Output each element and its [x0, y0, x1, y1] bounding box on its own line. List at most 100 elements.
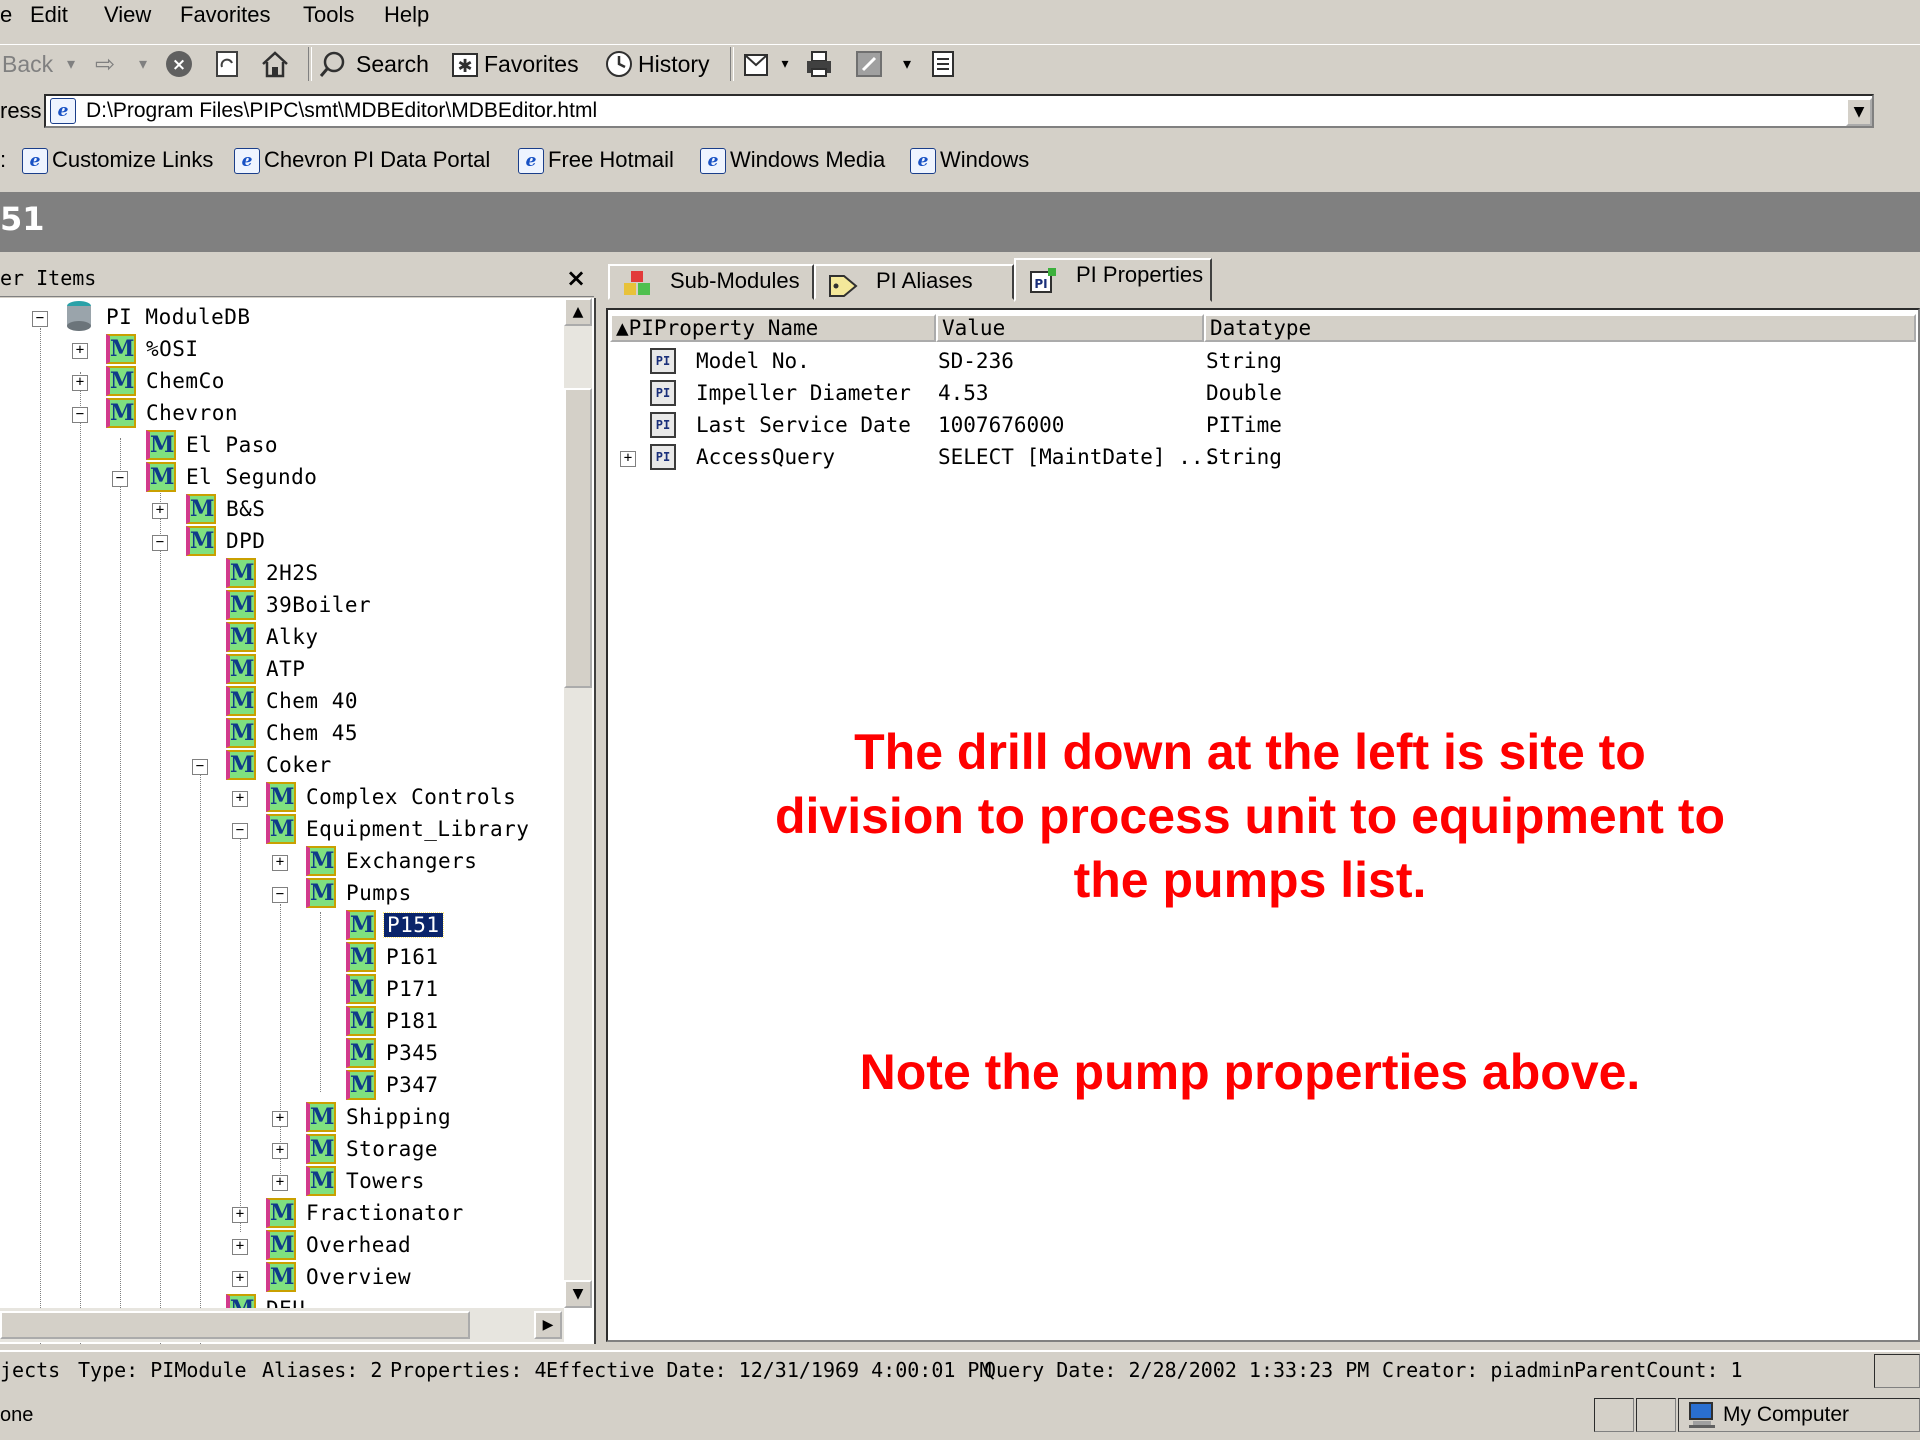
ie-link-icon: e [22, 148, 48, 175]
mail-dropdown-icon[interactable]: ▾ [770, 49, 800, 79]
property-row[interactable]: + PI AccessQuery SELECT [MaintDate] ... … [608, 442, 1918, 474]
module-icon: M [186, 494, 216, 524]
menu-favorites[interactable]: Favorites [180, 2, 270, 28]
back-dropdown-icon[interactable]: ▾ [56, 49, 86, 79]
status-zone: My Computer [1678, 1398, 1920, 1432]
link-customize-links[interactable]: e Customize Links [22, 144, 213, 176]
expand-icon[interactable]: + [72, 375, 88, 391]
tree-scroll-thumb[interactable] [564, 388, 592, 688]
menu-file[interactable]: e [0, 2, 12, 28]
collapse-icon[interactable]: − [72, 407, 88, 423]
mail-icon[interactable] [742, 49, 772, 79]
property-value: SELECT [MaintDate] ... [938, 445, 1217, 469]
link-windows-media[interactable]: e Windows Media [700, 144, 885, 176]
tree-label: Alky [266, 625, 319, 649]
property-icon: PI [650, 412, 676, 438]
property-datatype: String [1206, 445, 1282, 469]
scroll-up-icon[interactable]: ▲ [564, 298, 592, 326]
property-row[interactable]: PI Model No. SD-236 String [608, 346, 1918, 378]
link-free-hotmail[interactable]: e Free Hotmail [518, 144, 674, 176]
status-aliases: Aliases: 2 [262, 1358, 383, 1382]
property-row[interactable]: PI Last Service Date 1007676000 PITime [608, 410, 1918, 442]
module-icon: M [266, 1262, 296, 1292]
toolbar-separator [730, 47, 734, 81]
expand-icon[interactable]: + [232, 1207, 248, 1223]
collapse-icon[interactable]: − [272, 887, 288, 903]
collapse-icon[interactable]: − [32, 311, 48, 327]
scroll-right-icon[interactable]: ▶ [534, 1311, 562, 1339]
address-dropdown-icon[interactable]: ▼ [1846, 98, 1872, 126]
expand-icon[interactable]: + [152, 503, 168, 519]
back-button[interactable]: Back [2, 51, 53, 78]
ie-page-icon: e [50, 98, 76, 124]
print-icon[interactable] [804, 49, 834, 79]
close-icon[interactable]: × [566, 264, 586, 292]
tree-label: Chem 40 [266, 689, 359, 713]
collapse-icon[interactable]: − [232, 823, 248, 839]
column-header-datatype[interactable]: Datatype [1204, 314, 1916, 342]
tab-pi-properties[interactable]: PI PI Properties [1014, 258, 1212, 302]
module-icon: M [266, 814, 296, 844]
property-name: Impeller Diameter [696, 381, 911, 405]
tree-horizontal-scrollbar[interactable]: ▶ [0, 1308, 564, 1342]
expand-icon[interactable]: + [272, 855, 288, 871]
stop-icon[interactable]: × [164, 49, 194, 79]
tree-label: El Segundo [186, 465, 318, 489]
tree-label: P171 [386, 977, 439, 1001]
status-type: Type: PIModule [78, 1358, 247, 1382]
expand-icon[interactable]: + [620, 451, 636, 467]
collapse-icon[interactable]: − [112, 471, 128, 487]
tree-hscroll-thumb[interactable] [0, 1311, 470, 1339]
favorites-icon[interactable]: ✱ [450, 49, 480, 79]
expand-icon[interactable]: + [232, 1239, 248, 1255]
forward-dropdown-icon[interactable]: ▾ [128, 49, 158, 79]
status-panel [1874, 1354, 1920, 1388]
column-header-name[interactable]: ▲PIProperty Name [610, 314, 936, 342]
search-button[interactable]: Search [356, 51, 429, 78]
menu-view[interactable]: View [104, 2, 151, 28]
expand-icon[interactable]: + [232, 1271, 248, 1287]
search-icon[interactable] [318, 49, 348, 79]
expand-icon[interactable]: + [72, 343, 88, 359]
tree-label: Exchangers [346, 849, 478, 873]
menu-tools[interactable]: Tools [303, 2, 354, 28]
address-value: D:\Program Files\PIPC\smt\MDBEditor\MDBE… [86, 99, 598, 122]
status-parent-count: ParentCount: 1 [1574, 1358, 1743, 1382]
link-chevron-pi-data-portal[interactable]: e Chevron PI Data Portal [234, 144, 490, 176]
expand-icon[interactable]: + [232, 791, 248, 807]
tab-pi-aliases[interactable]: PI Aliases [814, 264, 1014, 300]
menu-edit[interactable]: Edit [30, 2, 68, 28]
forward-arrow-icon[interactable]: ⇨ [90, 49, 120, 79]
column-header-value[interactable]: Value [936, 314, 1204, 342]
svg-text:×: × [172, 55, 186, 75]
collapse-icon[interactable]: − [152, 535, 168, 551]
property-value: 4.53 [938, 381, 989, 405]
address-bar: ress e D:\Program Files\PIPC\smt\MDBEdit… [0, 90, 1920, 134]
history-icon[interactable] [604, 49, 634, 79]
scroll-down-icon[interactable]: ▼ [564, 1280, 592, 1308]
expand-icon[interactable]: + [272, 1175, 288, 1191]
module-icon: M [346, 910, 376, 940]
property-row[interactable]: PI Impeller Diameter 4.53 Double [608, 378, 1918, 410]
expand-icon[interactable]: + [272, 1111, 288, 1127]
status-query-date: Query Date: 2/28/2002 1:33:23 PM [984, 1358, 1370, 1382]
menu-help[interactable]: Help [384, 2, 429, 28]
edit-dropdown-icon[interactable]: ▾ [892, 49, 922, 79]
collapse-icon[interactable]: − [192, 759, 208, 775]
address-input[interactable]: e D:\Program Files\PIPC\smt\MDBEditor\MD… [44, 94, 1874, 128]
favorites-button[interactable]: Favorites [484, 51, 579, 78]
link-windows[interactable]: e Windows [910, 144, 1029, 176]
tab-sub-modules[interactable]: Sub-Modules [608, 264, 814, 300]
edit-icon[interactable] [854, 49, 884, 79]
module-icon: M [266, 782, 296, 812]
module-icon: M [306, 878, 336, 908]
tree-vertical-scrollbar[interactable]: ▲ ▼ [564, 298, 592, 1308]
tree-guide-line [80, 372, 81, 1344]
history-button[interactable]: History [638, 51, 710, 78]
discuss-icon[interactable] [928, 49, 958, 79]
expand-icon[interactable]: + [272, 1143, 288, 1159]
module-icon: M [346, 1038, 376, 1068]
home-icon[interactable] [260, 49, 290, 79]
sub-modules-icon [622, 268, 652, 306]
refresh-icon[interactable] [212, 49, 242, 79]
